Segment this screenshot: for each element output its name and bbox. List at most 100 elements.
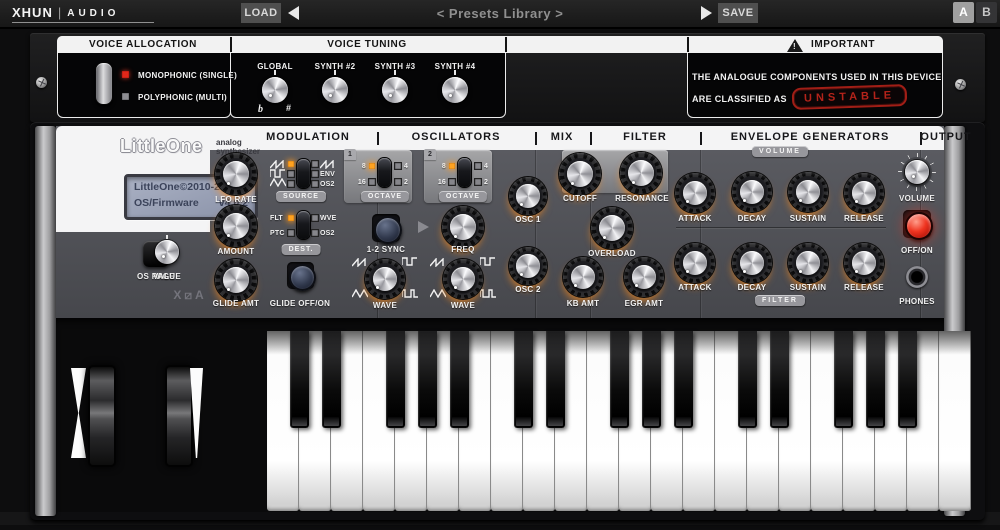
- glide-onoff-button[interactable]: [289, 264, 316, 291]
- mix-title: MIX: [551, 131, 574, 143]
- source-led-env: [312, 171, 318, 177]
- pulse-wave-icon: [480, 289, 496, 298]
- kb-amt-knob[interactable]: [563, 257, 603, 297]
- osc1-oct2: 2: [404, 179, 408, 186]
- piano-key-black[interactable]: [386, 331, 405, 428]
- piano-key-white[interactable]: [939, 331, 971, 511]
- filter-env-tab: FILTER: [755, 295, 805, 306]
- mono-label: MONOPHONIC (SINGLE): [138, 71, 237, 80]
- piano-key-black[interactable]: [450, 331, 469, 428]
- vol-sustain-knob[interactable]: [788, 172, 828, 212]
- osc1-octave-switch[interactable]: [378, 158, 391, 187]
- slot-a-button[interactable]: A: [953, 2, 974, 23]
- brand-xhun: XHUN: [12, 5, 53, 20]
- synth3-tune-knob[interactable]: [382, 77, 408, 103]
- mix-osc1-knob[interactable]: [509, 177, 547, 215]
- voice-tuning-title: VOICE TUNING: [327, 39, 406, 50]
- mix-osc1-label: OSC 1: [515, 215, 541, 224]
- flt-sustain-label: SUSTAIN: [790, 283, 827, 292]
- osc2-tab: 2: [424, 149, 436, 160]
- osc1-wave-knob[interactable]: [365, 259, 405, 299]
- cutoff-knob[interactable]: [559, 153, 601, 195]
- vol-release-knob[interactable]: [844, 173, 884, 213]
- dest-switch[interactable]: [297, 211, 310, 239]
- piano-key-black[interactable]: [642, 331, 661, 428]
- flt-sustain-knob[interactable]: [788, 243, 828, 283]
- lfo-rate-knob[interactable]: [215, 153, 257, 195]
- onoff-button[interactable]: [905, 212, 933, 240]
- slot-b-button[interactable]: B: [976, 2, 997, 23]
- poly-label: POLYPHONIC (MULTI): [138, 93, 227, 102]
- piano-key-black[interactable]: [514, 331, 533, 428]
- amount-knob[interactable]: [215, 205, 257, 247]
- knob-marker: [334, 70, 336, 75]
- value-knob[interactable]: [155, 240, 179, 264]
- resonance-label: RESONANCE: [615, 194, 669, 203]
- next-preset-icon[interactable]: [701, 6, 712, 20]
- save-button[interactable]: SAVE: [718, 3, 758, 23]
- knob-marker: [454, 70, 456, 75]
- xhun-mark: X⧄A: [173, 288, 206, 303]
- prev-preset-icon[interactable]: [288, 6, 299, 20]
- osc2-octave-switch[interactable]: [458, 158, 471, 187]
- osc1-led-2: [395, 179, 401, 185]
- piano-keyboard: [267, 331, 971, 511]
- synth2-tune-knob[interactable]: [322, 77, 348, 103]
- vol-attack-knob[interactable]: [675, 173, 715, 213]
- piano-key-black[interactable]: [546, 331, 565, 428]
- flt-decay-label: DECAY: [738, 283, 767, 292]
- osc1-wave-label: WAVE: [373, 301, 397, 310]
- source-led-tri: [288, 181, 294, 187]
- overload-knob[interactable]: [591, 207, 633, 249]
- flt-attack-knob[interactable]: [675, 243, 715, 283]
- osc1-tab: 1: [344, 149, 356, 160]
- vol-attack-label: ATTACK: [678, 214, 712, 223]
- dest-pill: DEST.: [282, 244, 321, 255]
- synth4-tune-knob[interactable]: [442, 77, 468, 103]
- dest-led-os2: [312, 230, 318, 236]
- pulse-wave-icon: [402, 289, 418, 298]
- source-switch[interactable]: [297, 159, 310, 188]
- pitch-wheel[interactable]: [88, 365, 116, 467]
- saw-wave-icon: [270, 160, 286, 169]
- piano-key-black[interactable]: [674, 331, 693, 428]
- preset-selector[interactable]: < Presets Library >: [437, 6, 564, 21]
- piano-key-black[interactable]: [898, 331, 917, 428]
- osc2-freq-knob[interactable]: [442, 206, 484, 248]
- sync-button[interactable]: [374, 216, 402, 244]
- flt-decay-knob[interactable]: [732, 243, 772, 283]
- piano-key-black[interactable]: [738, 331, 757, 428]
- mix-osc2-knob[interactable]: [509, 247, 547, 285]
- piano-key-black[interactable]: [322, 331, 341, 428]
- source-led-square: [288, 171, 294, 177]
- osc2-wave-knob[interactable]: [443, 259, 483, 299]
- piano-key-black[interactable]: [290, 331, 309, 428]
- flt-release-knob[interactable]: [844, 243, 884, 283]
- divider: [590, 132, 592, 145]
- piano-key-black[interactable]: [770, 331, 789, 428]
- voice-allocation-switch[interactable]: [95, 62, 113, 105]
- global-tune-knob[interactable]: [262, 77, 288, 103]
- mod-wheel[interactable]: [165, 365, 193, 467]
- osc2-oct8: 8: [434, 163, 446, 170]
- vol-decay-knob[interactable]: [732, 172, 772, 212]
- mix-osc2-label: OSC 2: [515, 285, 541, 294]
- phones-jack[interactable]: [906, 266, 928, 288]
- piano-key-black[interactable]: [418, 331, 437, 428]
- sync-label: 1-2 SYNC: [367, 245, 405, 254]
- piano-key-black[interactable]: [834, 331, 853, 428]
- flat-label: b: [258, 104, 263, 115]
- resonance-knob[interactable]: [620, 152, 662, 194]
- logo-tag-analog: analog: [216, 138, 242, 147]
- divider: [230, 37, 232, 52]
- output-volume-knob[interactable]: [905, 160, 929, 184]
- piano-key-black[interactable]: [610, 331, 629, 428]
- glide-amt-knob[interactable]: [215, 259, 257, 301]
- screw-icon: [36, 77, 47, 88]
- envelopes-title: ENVELOPE GENERATORS: [731, 131, 890, 143]
- overload-label: OVERLOAD: [588, 249, 636, 258]
- egr-amt-knob[interactable]: [624, 257, 664, 297]
- piano-key-black[interactable]: [866, 331, 885, 428]
- important-line2: ARE CLASSIFIED AS: [692, 94, 787, 104]
- load-button[interactable]: LOAD: [241, 3, 281, 23]
